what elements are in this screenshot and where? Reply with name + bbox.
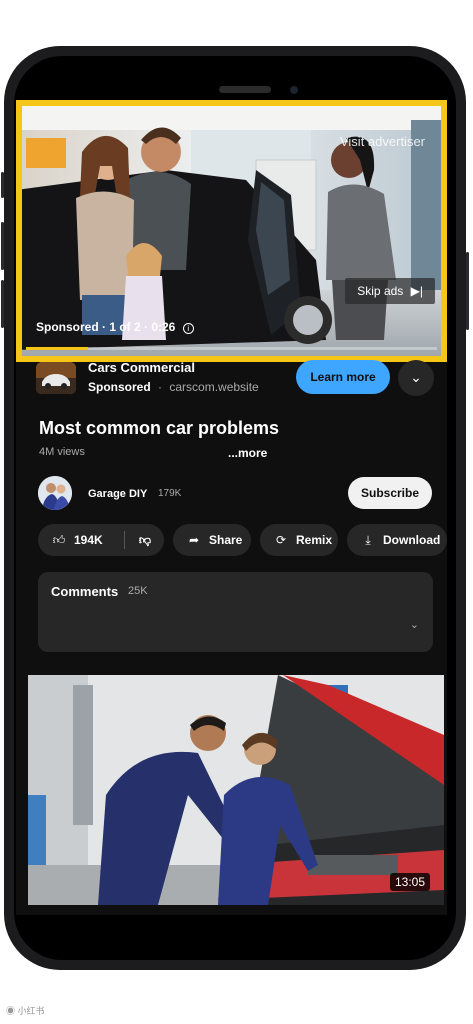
ad-subtitle: Sponsored · carscom.website xyxy=(88,380,259,394)
next-video-thumbnail[interactable]: 13:05 xyxy=(28,675,444,905)
separator-dot: · xyxy=(158,380,163,394)
ad-title[interactable]: Cars Commercial xyxy=(88,360,195,375)
video-duration-badge: 13:05 xyxy=(389,873,430,891)
share-icon: ➦ xyxy=(188,533,200,547)
ad-website: carscom.website xyxy=(169,380,259,394)
watermark-icon: ◉ xyxy=(6,1006,16,1016)
view-count: 4M views xyxy=(39,446,85,458)
channel-avatar-image xyxy=(38,476,72,510)
skip-ads-label: Skip ads xyxy=(357,284,404,298)
download-label: Download xyxy=(383,533,441,547)
car-thumbnail-image xyxy=(36,362,76,394)
download-button[interactable]: ⤓ Download xyxy=(347,524,447,556)
channel-name[interactable]: Garage DIY xyxy=(88,488,147,500)
remix-label: Remix xyxy=(296,533,333,547)
ad-progress-bar[interactable] xyxy=(26,347,437,350)
comments-panel[interactable]: Comments 25K ⌄ xyxy=(38,572,433,652)
advertiser-thumbnail[interactable] xyxy=(36,362,76,394)
remix-icon: ⟳ xyxy=(275,533,287,547)
subscribe-button[interactable]: Subscribe xyxy=(348,477,432,509)
chevron-down-icon: ⌄ xyxy=(409,619,419,631)
download-icon: ⤓ xyxy=(365,533,371,547)
chevron-down-icon: ⌄ xyxy=(410,369,422,385)
watermark-text: 小红书 xyxy=(17,1006,45,1016)
video-title[interactable]: Most common car problems xyxy=(39,418,279,439)
subscriber-count: 179K xyxy=(158,488,182,499)
like-count: 194K xyxy=(74,533,103,547)
share-button[interactable]: ➦ Share xyxy=(173,524,251,556)
thumbs-down-icon: 👎︎ xyxy=(138,533,152,547)
comments-label: Comments xyxy=(51,584,119,599)
visit-advertiser-link[interactable]: Visit advertiser xyxy=(340,134,425,149)
volume-down-button xyxy=(1,280,4,328)
like-button[interactable]: 👍︎ 194K xyxy=(38,524,122,556)
learn-more-button[interactable]: Learn more xyxy=(296,360,390,394)
skip-ads-button[interactable]: Skip ads ▶| xyxy=(345,278,435,304)
power-button xyxy=(466,252,469,330)
pill-divider xyxy=(124,531,125,549)
ad-progress-fill xyxy=(26,347,88,350)
watermark-logo: ◉ 小红书 xyxy=(6,1004,45,1017)
share-label: Share xyxy=(209,533,243,547)
volume-up-button xyxy=(1,222,4,270)
sponsored-label: Sponsored xyxy=(88,380,151,394)
remix-button[interactable]: ⟳ Remix xyxy=(260,524,338,556)
like-dislike-pill: 👍︎ 194K 👎︎ xyxy=(38,524,164,556)
ad-video-player[interactable]: Visit advertiser Skip ads ▶| Sponsored ·… xyxy=(16,100,447,362)
ad-expand-button[interactable]: ⌄ xyxy=(398,360,434,396)
description-more-link[interactable]: ...more xyxy=(228,446,267,460)
comments-count: 25K xyxy=(128,585,148,597)
skip-next-icon: ▶| xyxy=(410,284,423,298)
garage-scene-image xyxy=(28,675,444,905)
dislike-button[interactable]: 👎︎ xyxy=(126,524,164,556)
ad-status-text: Sponsored · 1 of 2 · 0:26 xyxy=(36,320,176,334)
mute-switch xyxy=(1,172,4,198)
channel-avatar[interactable] xyxy=(38,476,72,510)
speaker-grille xyxy=(219,86,271,93)
info-icon[interactable]: i xyxy=(182,323,194,334)
ad-status: Sponsored · 1 of 2 · 0:26 i xyxy=(36,320,194,334)
front-camera xyxy=(290,86,298,94)
ad-info-row: Cars Commercial Sponsored · carscom.webs… xyxy=(16,360,447,412)
thumbs-up-icon: 👍︎ xyxy=(52,533,66,547)
youtube-watch-screen: Visit advertiser Skip ads ▶| Sponsored ·… xyxy=(16,100,447,915)
